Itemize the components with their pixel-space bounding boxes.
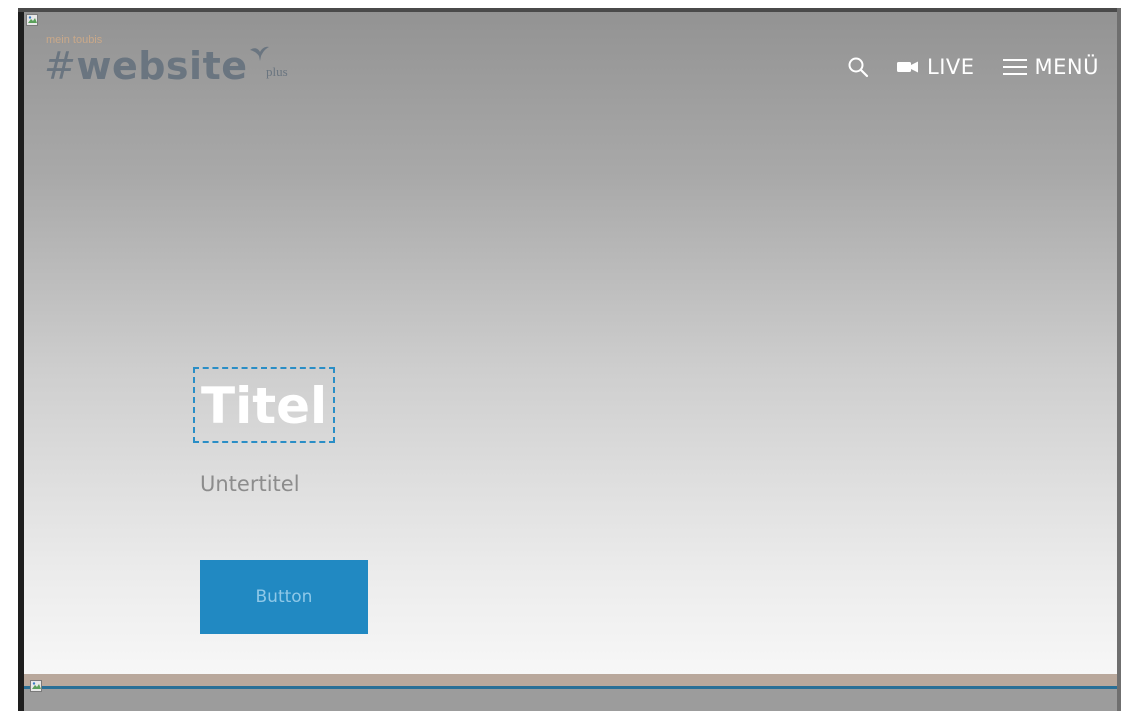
- section-divider-line: [24, 686, 1117, 689]
- search-button[interactable]: [847, 56, 869, 78]
- video-camera-icon: [897, 61, 918, 73]
- broken-image-icon: [30, 680, 42, 692]
- hero-section: mein toubis #website plus LIVE MENÜ Tite…: [24, 12, 1117, 674]
- logo-plus: plus: [266, 64, 288, 79]
- next-section-edge: [24, 674, 1117, 711]
- live-button[interactable]: LIVE: [897, 55, 975, 79]
- broken-image-icon: [26, 14, 38, 26]
- menu-button[interactable]: MENÜ: [1002, 55, 1099, 79]
- bird-icon: [250, 46, 269, 61]
- title-selection-box[interactable]: Titel: [193, 367, 336, 443]
- hamburger-icon: [1002, 59, 1027, 75]
- hero-subtitle: Untertitel: [200, 472, 300, 496]
- logo-hash: #: [44, 44, 77, 88]
- menu-label: MENÜ: [1034, 55, 1099, 79]
- window-left-edge: [18, 8, 24, 711]
- window-top-edge: [18, 8, 1119, 12]
- search-icon: [848, 57, 869, 78]
- live-label: LIVE: [927, 55, 975, 79]
- logo-wordmark: #website: [44, 44, 248, 88]
- logo-word: website: [76, 44, 248, 88]
- top-navigation: LIVE MENÜ: [819, 52, 1099, 82]
- hero-title[interactable]: Titel: [201, 373, 327, 439]
- browser-viewport: mein toubis #website plus LIVE MENÜ Tite…: [0, 0, 1121, 711]
- section-divider: [24, 674, 1117, 686]
- window-right-edge: [1117, 8, 1121, 711]
- hero-button[interactable]: Button: [200, 560, 368, 634]
